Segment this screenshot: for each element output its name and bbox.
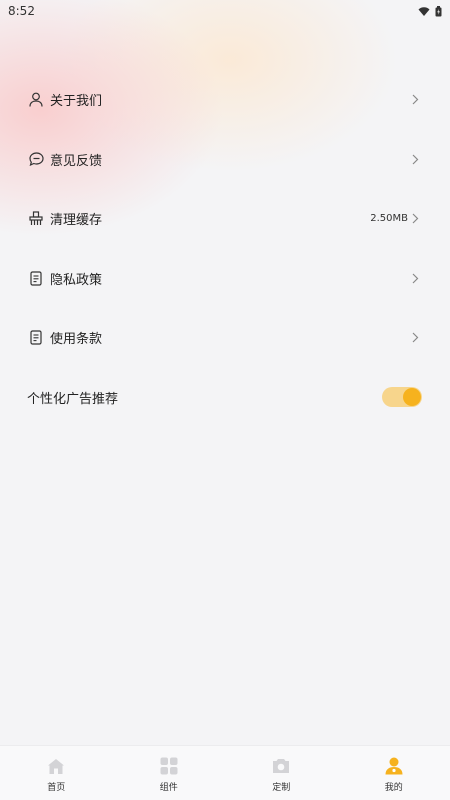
status-bar: 8:52	[0, 0, 450, 22]
menu-item-clear-cache[interactable]: 清理缓存 2.50MB	[0, 189, 450, 249]
personalized-ads-label: 个性化广告推荐	[27, 391, 119, 407]
status-icons	[418, 2, 442, 21]
chat-bubble-icon	[28, 151, 44, 167]
menu-item-terms-of-use[interactable]: 使用条款	[0, 308, 450, 368]
camera-icon	[271, 756, 291, 776]
settings-menu: 关于我们 意见反馈 清理缓存 2.50MB 隐私政策 使用条款 个性化广告推荐	[0, 70, 450, 427]
menu-item-label: 意见反馈	[50, 153, 103, 169]
cache-size-value: 2.50MB	[370, 213, 408, 225]
home-icon	[46, 756, 66, 776]
chevron-right-icon	[412, 272, 422, 284]
document-icon	[28, 330, 44, 346]
tab-label: 定制	[272, 783, 291, 793]
tab-label: 组件	[159, 783, 178, 793]
tab-label: 首页	[47, 783, 66, 793]
brush-icon	[28, 211, 44, 227]
tab-label: 我的	[384, 783, 403, 793]
chevron-right-icon	[412, 332, 422, 344]
chevron-right-icon	[412, 153, 422, 165]
menu-item-feedback[interactable]: 意见反馈	[0, 130, 450, 190]
battery-icon	[435, 2, 442, 21]
menu-item-privacy-policy[interactable]: 隐私政策	[0, 249, 450, 309]
tab-mine[interactable]: 我的	[338, 746, 450, 800]
toggle-knob	[403, 388, 421, 407]
tab-home[interactable]: 首页	[0, 746, 113, 800]
menu-item-label: 使用条款	[50, 332, 103, 348]
chevron-right-icon	[412, 94, 422, 106]
status-time: 8:52	[8, 4, 35, 18]
grid-icon	[159, 756, 179, 776]
bottom-tab-bar: 首页 组件 定制 我的	[0, 745, 450, 800]
person-icon	[28, 92, 44, 108]
menu-item-about-us[interactable]: 关于我们	[0, 70, 450, 130]
menu-item-label: 关于我们	[50, 94, 103, 110]
personalized-ads-toggle[interactable]	[382, 387, 422, 408]
menu-item-personalized-ads: 个性化广告推荐	[0, 368, 450, 428]
profile-icon	[384, 756, 404, 776]
menu-item-label: 清理缓存	[50, 213, 103, 229]
tab-components[interactable]: 组件	[113, 746, 226, 800]
tab-customize[interactable]: 定制	[225, 746, 338, 800]
menu-item-label: 隐私政策	[50, 272, 103, 288]
wifi-icon	[418, 2, 430, 21]
document-icon	[28, 270, 44, 286]
chevron-right-icon	[412, 213, 422, 225]
